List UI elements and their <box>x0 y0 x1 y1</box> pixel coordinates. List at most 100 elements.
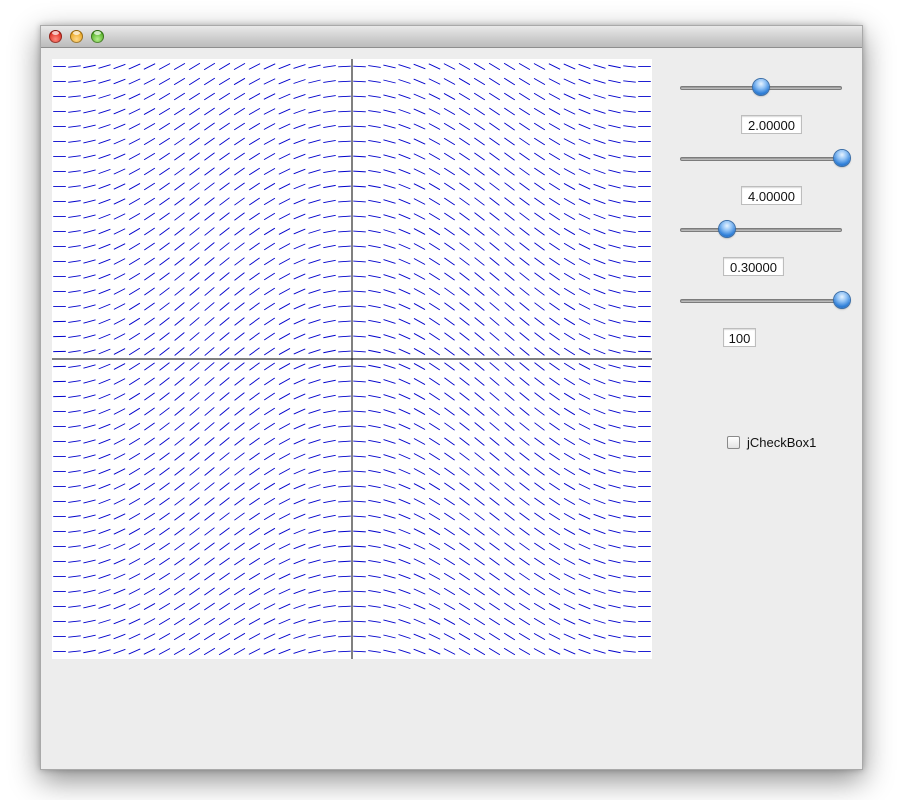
slope-segment <box>308 604 321 609</box>
slope-segment <box>98 558 111 565</box>
slope-segment <box>293 348 306 355</box>
slope-segment <box>459 212 470 221</box>
slope-segment <box>68 245 81 248</box>
slope-segment <box>474 497 485 506</box>
slope-segment <box>204 587 215 596</box>
slope-segment <box>383 139 396 144</box>
slope-segment <box>549 242 560 251</box>
slope-segment <box>533 63 546 70</box>
slider-2-value-field[interactable]: 4.00000 <box>741 186 802 205</box>
slope-segment <box>323 214 336 219</box>
slope-segment <box>578 303 591 310</box>
slope-segment <box>308 124 321 129</box>
minimize-window-icon[interactable] <box>70 30 83 43</box>
checkbox-box[interactable] <box>727 435 740 449</box>
slope-segment <box>428 332 441 341</box>
slope-segment <box>83 454 96 459</box>
slope-segment <box>204 467 215 476</box>
slider-4-value-field[interactable]: 100 <box>723 328 756 347</box>
slope-segment <box>98 64 111 69</box>
slope-segment <box>563 467 576 476</box>
slope-segment <box>83 484 96 489</box>
slope-segment <box>353 305 366 308</box>
slope-segment <box>608 214 621 219</box>
slope-segment <box>248 648 261 655</box>
slope-segment <box>98 543 111 550</box>
slope-segment <box>98 649 111 654</box>
slope-segment <box>293 649 306 654</box>
checkbox-row[interactable]: jCheckBox1 <box>727 434 816 450</box>
slope-segment <box>504 137 515 146</box>
slope-segment <box>263 93 276 100</box>
slope-segment <box>534 497 545 506</box>
slope-segment <box>219 587 230 596</box>
slider-1-value-field[interactable]: 2.00000 <box>741 115 802 134</box>
slope-segment <box>563 212 576 221</box>
slope-segment <box>338 320 351 323</box>
slope-segment <box>489 482 500 491</box>
slope-segment <box>519 437 530 446</box>
slope-segment <box>549 317 560 326</box>
slope-segment <box>263 452 276 461</box>
slope-segment <box>368 289 381 294</box>
slope-segment <box>98 438 111 445</box>
slope-segment <box>518 77 531 86</box>
slope-segment <box>623 635 636 638</box>
slope-segment <box>249 212 260 221</box>
slope-segment <box>263 138 276 145</box>
slope-segment <box>338 515 351 518</box>
slope-segment <box>534 362 545 371</box>
slope-segment <box>188 62 201 71</box>
slope-segment <box>489 122 500 131</box>
slope-segment <box>533 632 546 641</box>
slider-track[interactable] <box>680 299 842 303</box>
zoom-window-icon[interactable] <box>91 30 104 43</box>
slope-segment <box>368 469 381 474</box>
slope-segment <box>563 377 576 386</box>
slope-segment <box>368 140 381 143</box>
slope-segment <box>623 500 636 503</box>
slope-segment <box>174 512 185 521</box>
slope-segment <box>548 78 561 85</box>
slider-knob[interactable] <box>834 292 850 308</box>
slope-segment <box>144 242 155 251</box>
slope-segment <box>518 617 531 626</box>
slope-segment <box>293 303 306 310</box>
slope-segment <box>159 392 170 401</box>
parameter-slider-4[interactable] <box>680 292 850 312</box>
slope-segment <box>444 482 455 491</box>
slope-segment <box>323 334 336 339</box>
slope-segment <box>338 410 351 413</box>
parameter-slider-3[interactable] <box>680 221 842 241</box>
slope-segment <box>278 228 291 235</box>
slope-segment <box>398 468 411 475</box>
parameter-slider-2[interactable] <box>680 150 850 170</box>
slope-segment <box>159 482 170 491</box>
slope-segment <box>219 377 230 386</box>
slope-segment <box>98 318 111 325</box>
slider-knob[interactable] <box>753 79 769 95</box>
slider-track[interactable] <box>680 228 842 232</box>
slope-segment <box>159 377 170 386</box>
slider-knob[interactable] <box>718 221 735 237</box>
slope-segment <box>83 319 96 324</box>
slope-segment <box>98 273 111 280</box>
checkbox-label[interactable]: jCheckBox1 <box>747 435 816 450</box>
slider-knob[interactable] <box>834 150 850 166</box>
slope-segment <box>83 574 96 579</box>
close-window-icon[interactable] <box>49 30 62 43</box>
slider-3-value-field[interactable]: 0.30000 <box>723 257 784 276</box>
slope-segment <box>383 559 396 564</box>
slope-segment <box>593 558 606 565</box>
slope-segment <box>533 617 546 626</box>
slope-segment <box>548 557 561 566</box>
parameter-slider-1[interactable] <box>680 79 842 99</box>
slope-segment <box>263 542 276 551</box>
slope-segment <box>489 302 500 311</box>
slope-segment <box>249 422 260 431</box>
slope-segment <box>293 423 306 430</box>
slope-segment <box>219 242 230 251</box>
slope-segment <box>398 588 411 595</box>
slider-track[interactable] <box>680 157 842 161</box>
slope-segment <box>98 213 111 220</box>
